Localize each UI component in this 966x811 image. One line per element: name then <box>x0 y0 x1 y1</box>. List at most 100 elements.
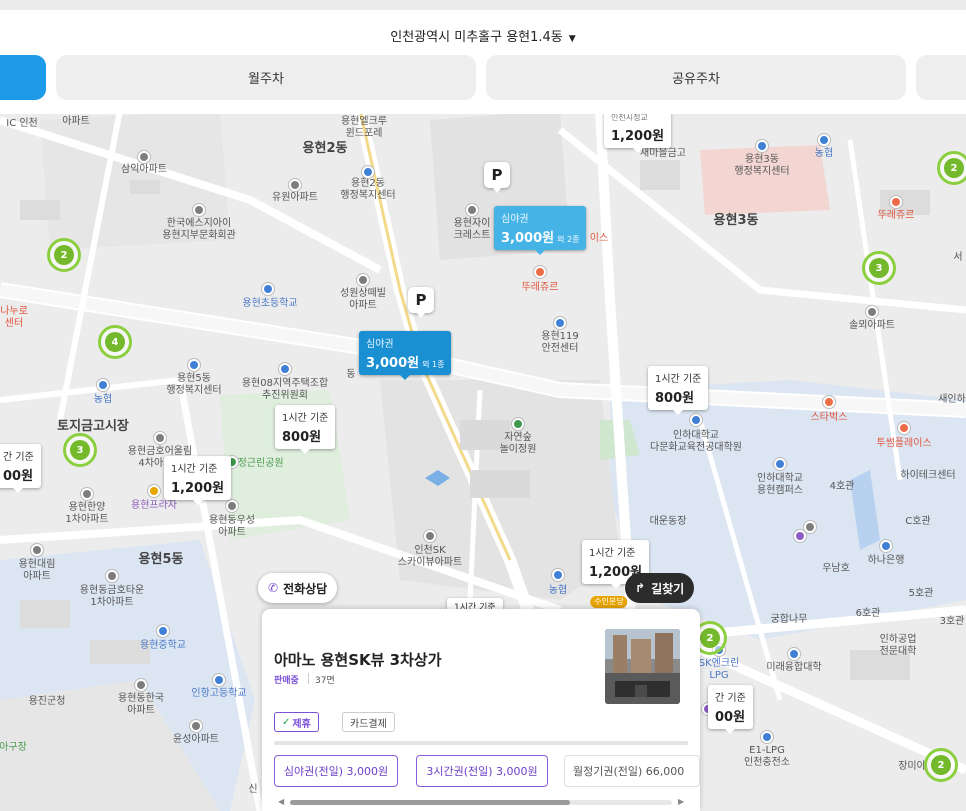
map-label: 농협 <box>548 585 568 596</box>
map-label-dong: 용현2동 <box>302 141 348 156</box>
partner-tag: ✓ 제휴 <box>274 712 319 732</box>
map-label: 새마을금고 <box>640 148 686 159</box>
phone-icon: ✆ <box>268 581 279 595</box>
map-label: 이스 <box>589 233 609 244</box>
school-icon <box>262 283 274 295</box>
scroll-right-icon[interactable]: ▶ <box>678 797 684 806</box>
university-icon <box>690 414 702 426</box>
apartment-icon <box>226 500 238 512</box>
building-icon <box>804 521 816 533</box>
apartment-icon <box>866 306 878 318</box>
map-label: 용현동우성 아파트 <box>209 515 255 538</box>
price-marker[interactable]: 1시간 기준 1,200원 <box>164 456 232 505</box>
parking-cluster[interactable]: 2 <box>47 238 81 272</box>
scroll-thumb[interactable] <box>290 800 570 805</box>
map-label: SK엔크린 LPG <box>698 658 740 681</box>
top-header: 인천광역시 미추홀구 용현1.4동 ▼ 월주차 공유주차 <box>0 10 966 114</box>
subway-station-label: 수인분당 <box>590 596 628 608</box>
price-marker[interactable]: 심야권 3,000원 외 1종 <box>359 331 452 380</box>
parking-cluster[interactable]: 3 <box>862 251 896 285</box>
turn-right-icon: ↱ <box>635 581 646 595</box>
map-label: 유원아파트 <box>272 192 318 203</box>
apartment-icon <box>135 679 147 691</box>
price-marker[interactable]: 간 기준 00원 <box>0 444 41 493</box>
price-marker[interactable]: 심야권 3,000원 외 2종 <box>494 206 587 255</box>
map-label: 6호관 <box>855 608 881 619</box>
map-label: 삼익아파트 <box>121 164 167 175</box>
tab-monthly-parking[interactable]: 월주차 <box>56 55 476 100</box>
map-label: 자연숲 놀이정원 <box>499 432 537 455</box>
park-icon <box>512 418 524 430</box>
shopping-icon <box>148 485 160 497</box>
apartment-icon <box>31 544 43 556</box>
map-label: 용현초등학교 <box>242 298 298 309</box>
cafe-icon <box>898 422 910 434</box>
divider <box>308 673 309 684</box>
location-selector[interactable]: 인천광역시 미추홀구 용현1.4동 ▼ <box>0 26 966 45</box>
parking-lot-title: 아마노 용현SK뷰 3차상가 <box>274 651 442 669</box>
ticket-option[interactable]: 3시간권(전일) 3,000원 <box>416 755 548 787</box>
ticket-scrollbar[interactable]: ◀ ▶ <box>274 797 688 807</box>
price-marker[interactable]: 1시간 기준 800원 <box>648 366 709 415</box>
map-label: 용현프라자 <box>131 500 177 511</box>
map-label: 용진군청 <box>28 696 66 707</box>
apartment-icon <box>81 488 93 500</box>
map-label: 아파트 <box>62 116 90 127</box>
bakery-icon <box>890 196 902 208</box>
apartment-icon <box>424 530 436 542</box>
university-icon <box>774 458 786 470</box>
phone-consult-button[interactable]: ✆ 전화상담 <box>258 573 338 603</box>
bank-icon <box>880 540 892 552</box>
parking-cluster[interactable]: 2 <box>924 748 958 782</box>
ticket-option[interactable]: 심야권(전일) 3,000원 <box>274 755 398 787</box>
price-marker[interactable]: 간 기준 00원 <box>708 685 753 734</box>
map-label: 농협 <box>93 394 113 405</box>
parking-detail-card[interactable]: 아마노 용현SK뷰 3차상가 판매중 37면 ✓ 제휴 카드결제 심야권(전일)… <box>262 609 700 811</box>
map-label: 5호관 <box>908 588 934 599</box>
sale-status: 판매중 <box>274 676 299 686</box>
tab-shared-parking[interactable]: 공유주차 <box>486 55 906 100</box>
price-marker[interactable]: 1시간 기준 800원 <box>275 405 336 454</box>
parking-cluster[interactable]: 4 <box>98 325 132 359</box>
apartment-icon <box>289 179 301 191</box>
government-office-icon <box>362 166 374 178</box>
school-icon <box>213 674 225 686</box>
map-label: 하나은행 <box>867 555 905 566</box>
map-label-dong: 용현3동 <box>713 213 759 228</box>
school-icon <box>157 625 169 637</box>
bank-icon <box>97 379 109 391</box>
map-label: 인하대학교 용현캠퍼스 <box>757 473 803 496</box>
map-label: C호관 <box>905 516 931 527</box>
scroll-left-icon[interactable]: ◀ <box>278 797 284 806</box>
parking-cluster[interactable]: 2 <box>937 151 966 185</box>
parking-marker[interactable]: P <box>484 162 510 193</box>
map-label: 용현2동 행정복지센터 <box>340 178 396 201</box>
map-label: 용현중학교 <box>140 640 186 651</box>
map-label: 성원상떼빌 아파트 <box>340 288 386 311</box>
card-divider <box>274 741 688 745</box>
office-icon <box>279 363 291 375</box>
price-marker[interactable]: 인천시청교 1,200원 <box>604 110 672 153</box>
tab-more[interactable] <box>916 55 966 100</box>
apartment-icon <box>466 204 478 216</box>
gas-station-icon <box>761 731 773 743</box>
parking-lot-photo[interactable] <box>605 629 680 704</box>
map-label: 4호관 <box>829 481 855 492</box>
ticket-option[interactable]: 월정기권(전일) 66,000 <box>564 755 700 787</box>
parking-marker[interactable]: P <box>408 287 434 318</box>
partner-icon: ✓ <box>282 716 291 728</box>
map-label: 솔뫼아파트 <box>849 320 895 331</box>
apartment-icon <box>106 570 118 582</box>
map-label: 서 <box>953 252 963 263</box>
parking-cluster[interactable]: 3 <box>63 433 97 467</box>
map-label: IC 인천 <box>6 118 38 129</box>
apartment-icon <box>357 274 369 286</box>
map-label: 하이테크센터 <box>900 470 956 481</box>
directions-button[interactable]: ↱ 길찾기 <box>625 573 695 603</box>
map-label: 스타벅스 <box>810 412 848 423</box>
tab-active[interactable] <box>0 55 46 100</box>
card-payment-tag: 카드결제 <box>342 712 395 732</box>
government-office-icon <box>756 140 768 152</box>
map-label: 용현한양 1차아파트 <box>65 502 109 525</box>
map-label: E1-LPG 인천충전소 <box>744 745 790 768</box>
